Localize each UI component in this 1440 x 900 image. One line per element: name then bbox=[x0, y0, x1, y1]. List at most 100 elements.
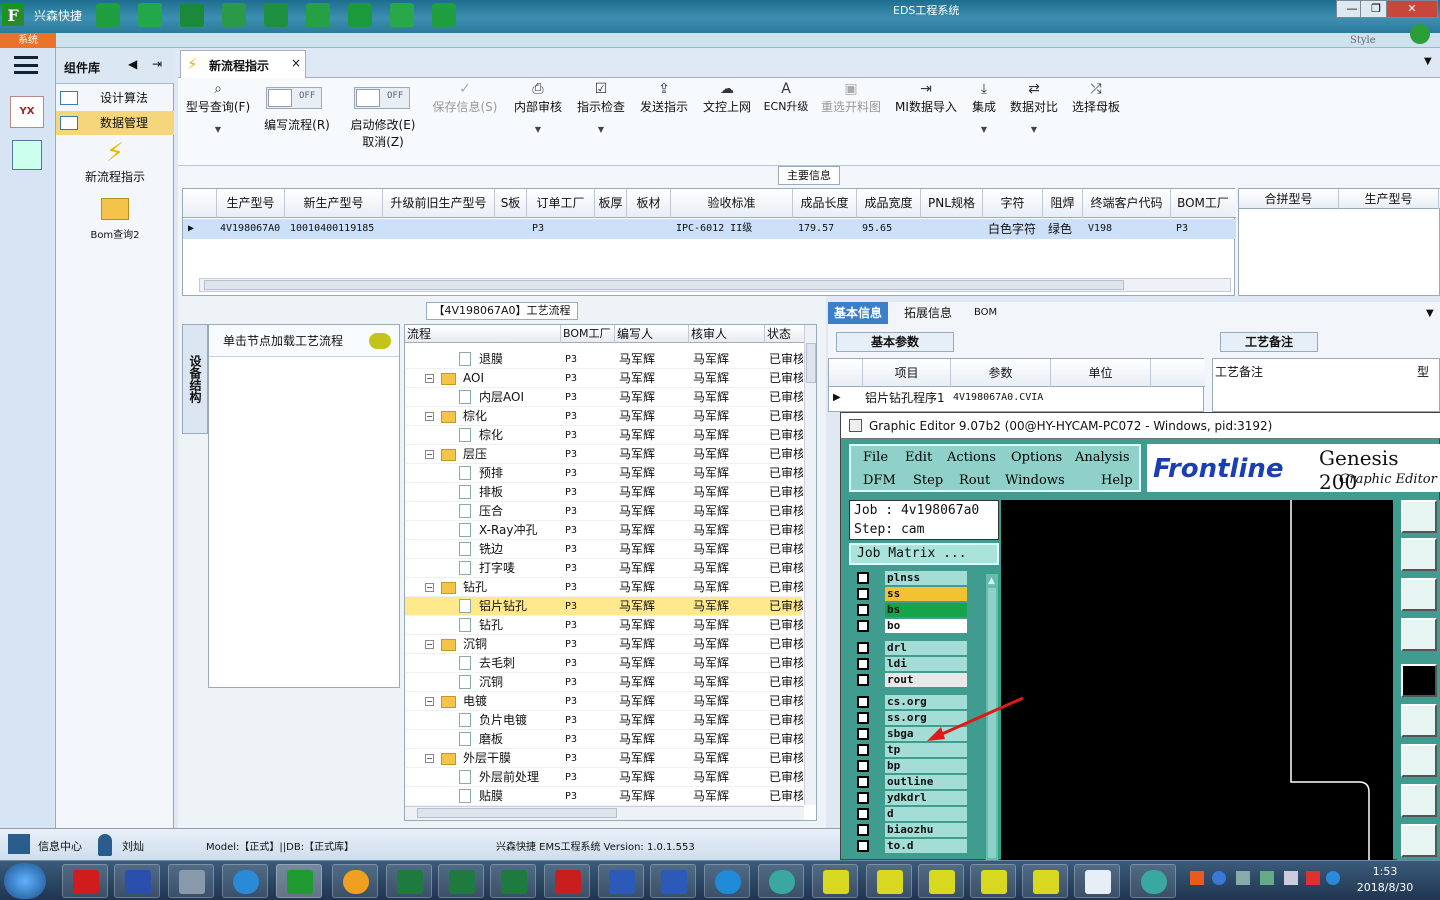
layer-checkbox[interactable] bbox=[857, 792, 869, 804]
column-header[interactable]: BOM工厂 bbox=[561, 325, 615, 343]
column-header[interactable]: 板厚 bbox=[595, 189, 627, 218]
taskbar-ie-icon[interactable] bbox=[222, 864, 268, 898]
tray-help-icon[interactable] bbox=[1212, 871, 1226, 885]
cell[interactable] bbox=[629, 219, 632, 239]
collapse-icon[interactable]: − bbox=[425, 754, 434, 763]
reselect-layout-button[interactable]: ▣ 重选开料图 bbox=[818, 78, 884, 115]
layer-checkbox[interactable] bbox=[857, 776, 869, 788]
scissors-icon[interactable] bbox=[222, 3, 246, 27]
doc-upload-button[interactable]: ☁ 文控上网 bbox=[698, 78, 756, 115]
table-row[interactable]: − AOI P3 马军辉 马军辉 已审核 bbox=[405, 369, 803, 388]
model-query-button[interactable]: ⌕ 型号查询(F) ▼ bbox=[182, 78, 254, 134]
cell[interactable]: 179.57 bbox=[795, 219, 834, 239]
layer-name[interactable]: to.d bbox=[885, 839, 967, 853]
collapse-icon[interactable]: − bbox=[425, 412, 434, 421]
table-row[interactable]: X-Ray冲孔 P3 马军辉 马军辉 已审核 bbox=[405, 521, 803, 540]
table-row[interactable]: 去毛刺 P3 马军辉 马军辉 已审核 bbox=[405, 654, 803, 673]
instruction-check-button[interactable]: ☑ 指示检查 ▼ bbox=[572, 78, 630, 134]
tray-network-icon[interactable] bbox=[1260, 871, 1274, 885]
table-row[interactable]: 负片电镀 P3 马军辉 马军辉 已审核 bbox=[405, 711, 803, 730]
table-row[interactable]: 排板 P3 马军辉 马军辉 已审核 bbox=[405, 483, 803, 502]
calculator-icon[interactable] bbox=[12, 140, 42, 170]
column-header[interactable]: 工艺备注 bbox=[1215, 363, 1263, 380]
save-info-button[interactable]: ✓ 保存信息(S) bbox=[428, 78, 502, 115]
grid-icon[interactable] bbox=[348, 3, 372, 27]
collapse-left-icon[interactable]: ◀ bbox=[128, 57, 137, 71]
table-row[interactable]: − 层压 P3 马军辉 马军辉 已审核 bbox=[405, 445, 803, 464]
column-header[interactable]: 型 bbox=[1417, 363, 1429, 380]
taskbar-eye-icon[interactable] bbox=[758, 864, 804, 898]
column-header[interactable]: 编写人 bbox=[615, 325, 689, 343]
snap-icon[interactable] bbox=[1401, 784, 1437, 817]
column-header[interactable]: BOM工厂 bbox=[1171, 189, 1235, 218]
speech-bubble-icon[interactable] bbox=[369, 333, 391, 349]
column-header[interactable]: 单位 bbox=[1051, 359, 1151, 387]
column-header[interactable]: 板材 bbox=[627, 189, 671, 218]
table-row[interactable]: 铝片钻孔 P3 马军辉 马军辉 已审核 bbox=[405, 597, 803, 616]
integrate-button[interactable]: ⤓ 集成 ▼ bbox=[966, 78, 1002, 134]
system-button[interactable]: 系统 bbox=[0, 33, 56, 48]
yx-module-icon[interactable]: YX bbox=[10, 96, 44, 128]
table-row[interactable]: ▶ 铝片钻孔程序1 4V198067A0.CVIA bbox=[829, 388, 1205, 408]
import-icon[interactable] bbox=[1401, 538, 1437, 571]
column-header[interactable]: 字符 bbox=[983, 189, 1043, 218]
data-compare-button[interactable]: ⇄ 数据对比 ▼ bbox=[1008, 78, 1060, 134]
taskbar-excel-icon[interactable] bbox=[490, 864, 536, 898]
mi-import-button[interactable]: ⇥ MI数据导入 bbox=[890, 78, 962, 115]
cell[interactable]: 白色字符 bbox=[985, 219, 1036, 239]
select-panel-button[interactable]: ⤮ 选择母板 bbox=[1070, 78, 1122, 115]
scrollbar-thumb[interactable] bbox=[806, 343, 816, 383]
layer-row[interactable]: biaozhu bbox=[853, 823, 973, 837]
grid-icon[interactable] bbox=[8, 834, 30, 854]
copy-icon[interactable] bbox=[306, 3, 330, 27]
phone-icon[interactable] bbox=[1410, 24, 1430, 44]
table-row[interactable]: 铣边 P3 马军辉 马军辉 已审核 bbox=[405, 540, 803, 559]
table-row[interactable]: 打字唛 P3 马军辉 马军辉 已审核 bbox=[405, 559, 803, 578]
taskbar-genesis-icon[interactable] bbox=[866, 864, 912, 898]
tray-icon[interactable] bbox=[1236, 871, 1250, 885]
column-header[interactable]: 生产型号 bbox=[217, 189, 285, 218]
layer-name[interactable]: ydkdrl bbox=[885, 791, 967, 805]
measure-icon[interactable] bbox=[1401, 744, 1437, 777]
tray-bird-icon[interactable] bbox=[1326, 871, 1340, 885]
column-header[interactable]: S板 bbox=[495, 189, 527, 218]
taskbar-eye-icon[interactable] bbox=[1130, 864, 1176, 898]
taskbar-genesis-icon[interactable] bbox=[1022, 864, 1068, 898]
nodes-icon[interactable] bbox=[1401, 704, 1437, 737]
table-row[interactable]: − 电镀 P3 马军辉 马军辉 已审核 bbox=[405, 692, 803, 711]
taskbar-save-icon[interactable] bbox=[114, 864, 160, 898]
tab-basic-info[interactable]: 基本信息 bbox=[828, 302, 889, 324]
tab-device-structure[interactable]: 设备结构 bbox=[182, 324, 208, 434]
chart-icon[interactable] bbox=[432, 3, 456, 27]
edit-flow-switch[interactable]: OFF bbox=[266, 87, 322, 109]
table-row[interactable]: − 钻孔 P3 马军辉 马军辉 已审核 bbox=[405, 578, 803, 597]
column-header[interactable]: 项目 bbox=[863, 359, 951, 387]
film-icon[interactable] bbox=[264, 3, 288, 27]
column-header[interactable]: 终端客户代码 bbox=[1083, 189, 1171, 218]
system-clock[interactable]: 1:53 2018/8/30 bbox=[1340, 864, 1430, 896]
cell[interactable]: 4V198067A0.CVIA bbox=[953, 388, 1043, 408]
tab-close-icon[interactable]: × bbox=[291, 56, 301, 70]
scrollbar-thumb[interactable] bbox=[204, 280, 1124, 290]
layer-row[interactable]: to.d bbox=[853, 839, 973, 853]
table-row[interactable]: 预排 P3 马军辉 马军辉 已审核 bbox=[405, 464, 803, 483]
column-header[interactable]: 生产型号 bbox=[1339, 189, 1439, 209]
internal-review-button[interactable]: ⎙ 内部审核 ▼ bbox=[508, 78, 568, 134]
table-row[interactable]: 棕化 P3 马军辉 马军辉 已审核 bbox=[405, 426, 803, 445]
table-row[interactable]: 磨板 P3 马军辉 马军辉 已审核 bbox=[405, 730, 803, 749]
cell[interactable] bbox=[497, 219, 500, 239]
pin-icon[interactable]: ⇥ bbox=[152, 57, 162, 71]
basic-params-tab[interactable]: 基本参数 bbox=[836, 332, 954, 352]
taskbar-genesis-icon[interactable] bbox=[970, 864, 1016, 898]
start-button-icon[interactable] bbox=[4, 863, 46, 899]
close-button[interactable]: ✕ bbox=[1386, 0, 1438, 18]
table-row[interactable]: ▶ 4V198067A0 10010400119185 P3 IPC-6012 … bbox=[183, 219, 1236, 239]
taskbar-excel-icon[interactable] bbox=[438, 864, 484, 898]
taskbar-genesis-icon[interactable] bbox=[918, 864, 964, 898]
horizontal-scrollbar[interactable] bbox=[199, 278, 1231, 292]
fit-icon[interactable] bbox=[1401, 578, 1437, 611]
column-header[interactable]: 合拼型号 bbox=[1239, 189, 1339, 209]
cell[interactable] bbox=[597, 219, 600, 239]
layer-row[interactable]: d bbox=[853, 807, 973, 821]
taskbar-genesis-icon[interactable] bbox=[812, 864, 858, 898]
